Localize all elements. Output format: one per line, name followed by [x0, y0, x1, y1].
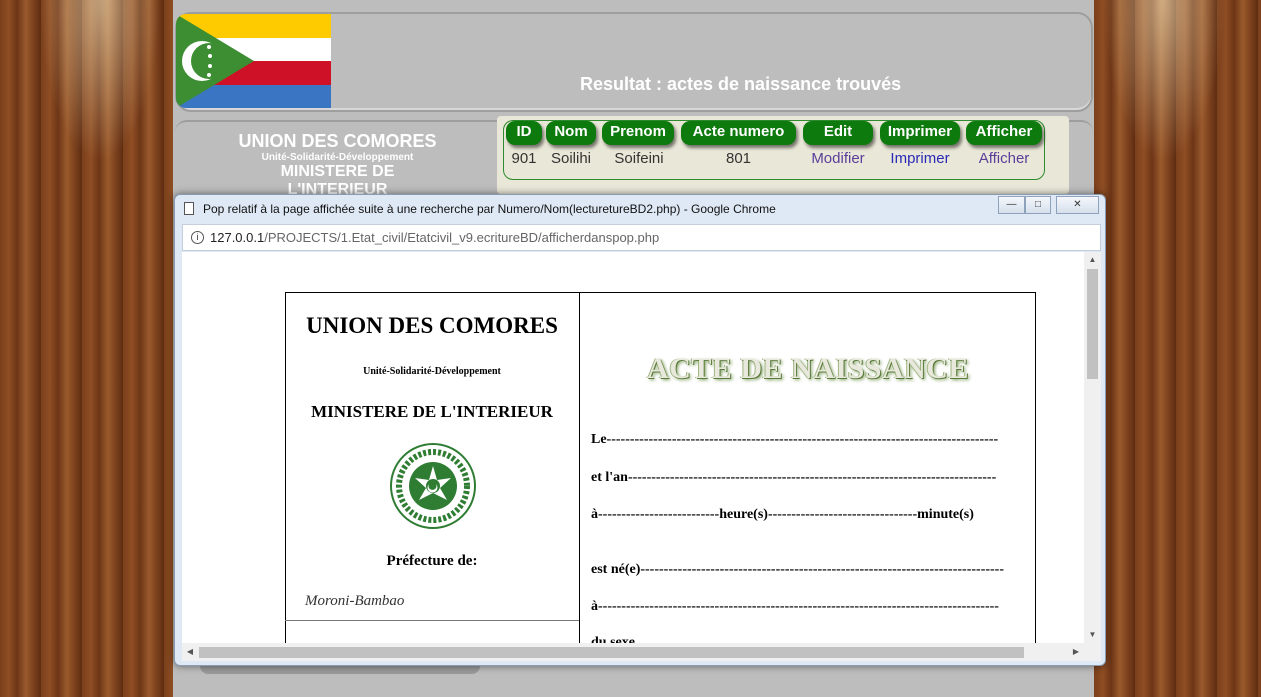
cell-nom: Soilihi — [550, 150, 592, 167]
cell-acte-numero: 801 — [725, 150, 752, 167]
close-button[interactable]: ✕ — [1056, 196, 1099, 214]
th-id: ID — [506, 121, 542, 145]
doc-prefecture-value: Moroni-Bambao — [305, 593, 405, 609]
minimize-button[interactable]: — — [998, 196, 1025, 214]
info-icon[interactable]: i — [191, 231, 204, 244]
scroll-right-arrow-icon[interactable]: ▶ — [1068, 644, 1084, 660]
modifier-link[interactable]: Modifier — [803, 150, 873, 167]
doc-line-an: et l'an---------------------------------… — [591, 470, 997, 485]
union-title: UNION DES COMORES — [238, 131, 437, 151]
imprimer-link[interactable]: Imprimer — [880, 150, 960, 167]
popup-window[interactable]: Pop relatif à la page affichée suite à u… — [174, 194, 1106, 666]
th-nom: Nom — [546, 121, 596, 145]
popup-titlebar[interactable]: Pop relatif à la page affichée suite à u… — [175, 195, 1105, 223]
doc-prefecture-label: Préfecture de: — [386, 553, 478, 569]
th-edit: Edit — [803, 121, 873, 145]
vertical-scroll-thumb[interactable] — [1087, 269, 1098, 379]
wood-background-left — [0, 0, 173, 697]
doc-line-le: Le--------------------------------------… — [591, 432, 999, 447]
document-icon — [184, 202, 194, 215]
scroll-up-arrow-icon[interactable]: ▲ — [1084, 252, 1101, 268]
certificate-hline — [285, 620, 579, 621]
horizontal-scrollbar[interactable]: ◀ ▶ — [182, 643, 1101, 661]
doc-line-heure: à--------------------------heure(s)-----… — [591, 507, 974, 522]
url-host: 127.0.0.1 — [210, 230, 265, 245]
th-acte-numero: Acte numero — [681, 121, 796, 145]
doc-union-title: UNION DES COMORES — [306, 313, 558, 338]
afficher-link[interactable]: Afficher — [966, 150, 1042, 167]
wood-background-right — [1094, 0, 1261, 697]
comoros-flag — [176, 14, 331, 108]
page-title: Resultat : actes de naissance trouvés — [580, 74, 902, 94]
th-afficher: Afficher — [966, 121, 1042, 145]
popup-content: UNION DES COMORES Unité-Solidarité-Dével… — [182, 252, 1101, 661]
url-path: /PROJECTS/1.Etat_civil/Etatcivil_v9.ecri… — [264, 230, 660, 245]
horizontal-scroll-thumb[interactable] — [199, 647, 1024, 658]
cell-prenom: Soifeini — [614, 150, 664, 167]
scroll-left-arrow-icon[interactable]: ◀ — [182, 644, 198, 660]
vertical-scrollbar[interactable]: ▲ ▼ — [1084, 252, 1101, 643]
flag-crescent-icon — [176, 14, 254, 108]
national-seal-icon — [390, 443, 476, 529]
devise-subtitle: Unité-Solidarité-Développement — [261, 152, 414, 163]
doc-line-ne: est né(e)-------------------------------… — [591, 562, 1005, 577]
url-text[interactable]: 127.0.0.1/PROJECTS/1.Etat_civil/Etatcivi… — [210, 230, 659, 245]
certificate-divider — [579, 292, 580, 661]
doc-ministere: MINISTERE DE L'INTERIEUR — [311, 402, 553, 421]
th-prenom: Prenom — [602, 121, 674, 145]
address-bar[interactable]: i 127.0.0.1/PROJECTS/1.Etat_civil/Etatci… — [182, 224, 1101, 251]
scroll-down-arrow-icon[interactable]: ▼ — [1084, 627, 1101, 643]
doc-devise: Unité-Solidarité-Développement — [363, 366, 501, 377]
th-imprimer: Imprimer — [880, 121, 960, 145]
cell-id: 901 — [511, 150, 537, 167]
popup-window-title: Pop relatif à la page affichée suite à u… — [203, 202, 776, 216]
doc-line-a: à---------------------------------------… — [591, 599, 999, 614]
maximize-button[interactable]: □ — [1025, 196, 1051, 214]
doc-acte-title: ACTE DE NAISSANCE — [647, 352, 969, 385]
panel-shadow — [200, 666, 480, 674]
left-title-block: UNION DES COMORES Unité-Solidarité-Dével… — [230, 131, 445, 199]
